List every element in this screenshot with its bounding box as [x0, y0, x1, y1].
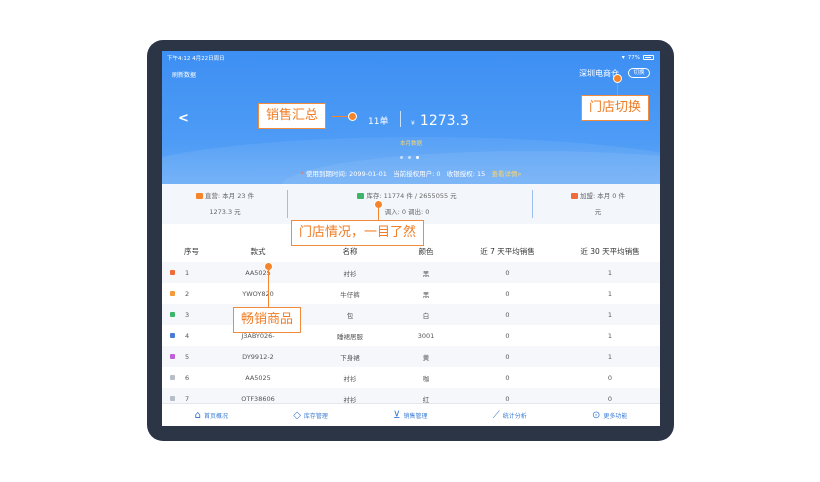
tab-analytics[interactable]: ⟋ 统计分析 — [493, 410, 527, 421]
tab-home[interactable]: ⌂ 首页概况 — [195, 410, 228, 421]
currency-symbol: ¥ — [411, 120, 415, 127]
wifi-icon: ▾ — [621, 54, 625, 61]
callout-dot — [348, 112, 357, 121]
rank-icon — [170, 269, 175, 275]
col-header-30day: 近 30 天平均销售 — [580, 246, 640, 256]
franchise-stat[interactable]: 加盟: 本月 0 件 元 — [550, 190, 646, 216]
refresh-button[interactable]: 刷新数据 — [172, 70, 196, 79]
callout-sales-summary: 销售汇总 — [258, 103, 327, 129]
switch-store-button[interactable]: 切换 — [628, 68, 650, 78]
col-header-color: 颜色 — [418, 246, 434, 256]
stock-stat[interactable]: 库存: 11774 件 / 2655055 元 调入: 0 调出: 0 — [322, 190, 492, 216]
rank-icon — [170, 311, 175, 317]
callout-store-switch: 门店切换 — [581, 95, 650, 121]
cashier-auth: 收银授权: 15 — [446, 170, 486, 178]
license-info: * 使用到期时间: 2099-01-01 当前授权用户: 0 收银授权: 15 … — [162, 168, 660, 178]
table-row[interactable]: 5 DY9912-2 下身裙 黄 0 1 — [162, 346, 660, 367]
col-header-style: 款式 — [250, 246, 266, 256]
table-row[interactable]: 2 YWOY820 牛仔裤 黑 0 1 — [162, 283, 660, 304]
rank-icon — [170, 395, 175, 401]
best-sellers-list: 1 AA5025 衬衫 黑 0 1 2 YWOY820 牛仔裤 黑 0 1 3 … — [162, 262, 660, 409]
more-icon: ⊙ — [591, 409, 601, 421]
view-details-link[interactable]: 查看详情» — [491, 170, 521, 178]
rank-icon — [170, 332, 175, 338]
table-row[interactable]: 1 AA5025 衬衫 黑 0 1 — [162, 262, 660, 283]
rank-icon — [170, 290, 175, 296]
rank-icon — [170, 374, 175, 380]
tab-inventory[interactable]: ◇ 库存管理 — [293, 410, 328, 421]
tab-more[interactable]: ⊙ 更多功能 — [592, 410, 627, 421]
chart-icon: ⟋ — [492, 409, 500, 421]
col-header-name: 名称 — [342, 246, 358, 256]
warehouse-icon — [357, 193, 365, 199]
bottom-tabbar: ⌂ 首页概况 ◇ 库存管理 ⊻ 销售管理 ⟋ 统计分析 ⊙ 更多功能 — [162, 403, 660, 426]
battery-icon — [643, 55, 654, 60]
status-time: 下午4:12 4月22日周日 — [167, 56, 225, 62]
alert-dot-icon: * — [300, 170, 304, 178]
tab-sales[interactable]: ⊻ 销售管理 — [393, 410, 427, 421]
store-stats: 直营: 本月 23 件 1273.3 元 库存: 11774 件 / 26550… — [162, 184, 660, 224]
amount-value: 1273.3 — [419, 113, 469, 129]
authorized-users: 当前授权用户: 0 — [393, 170, 441, 178]
table-row[interactable]: 6 AA5025 衬衫 咖 0 0 — [162, 367, 660, 388]
expiry-date: 使用到期时间: 2099-01-01 — [305, 170, 387, 178]
franchise-icon — [570, 193, 578, 199]
callout-store-overview: 门店情况，一目了然 — [291, 220, 425, 246]
cart-icon: ⊻ — [393, 409, 401, 421]
col-header-no: 序号 — [184, 246, 199, 256]
box-icon: ◇ — [293, 409, 301, 421]
callout-best-sellers: 畅销商品 — [233, 307, 302, 333]
back-icon[interactable]: < — [178, 111, 189, 126]
rank-icon — [170, 353, 175, 359]
callout-dot — [613, 74, 622, 83]
sales-amount: ¥ 1273.3 — [411, 110, 469, 129]
shop-icon — [195, 193, 203, 199]
page-indicator[interactable] — [400, 156, 419, 159]
period-label: 本月数据 — [399, 141, 422, 147]
battery-percent: 77% — [627, 54, 640, 61]
direct-stat[interactable]: 直营: 本月 23 件 1273.3 元 — [182, 190, 268, 216]
status-bar: 下午4:12 4月22日周日 ▾ 77% — [162, 54, 660, 64]
col-header-7day: 近 7 天平均销售 — [480, 246, 535, 256]
order-count: 11单 — [368, 117, 389, 127]
home-icon: ⌂ — [194, 409, 201, 421]
